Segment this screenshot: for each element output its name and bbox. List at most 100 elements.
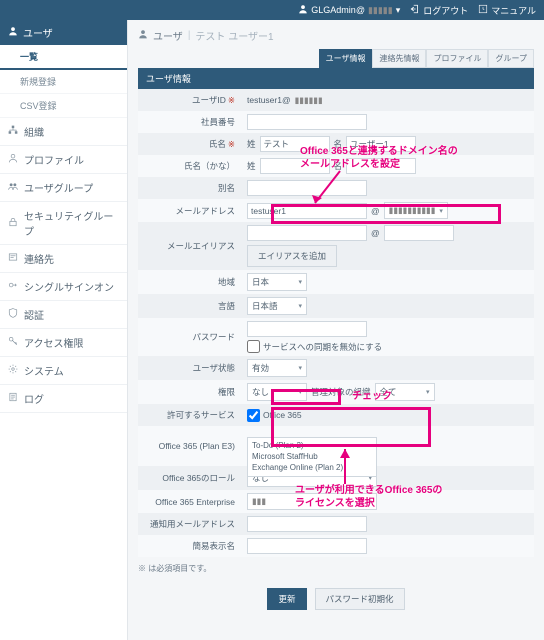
sidebar-item-usergroup[interactable]: ユーザグループ — [0, 174, 127, 202]
perm-org-label: 管理対象の組織 — [311, 386, 371, 398]
mailalias-local-input[interactable] — [247, 225, 367, 241]
tab-userinfo[interactable]: ユーザ情報 — [319, 49, 373, 68]
required-mark: ※ — [228, 95, 235, 105]
userid-label: ユーザID — [192, 95, 226, 105]
sidebar-item-label: ユーザグループ — [24, 180, 93, 195]
user-icon — [138, 29, 148, 42]
breadcrumb: ユーザ | テスト ユーザー1 — [138, 28, 534, 43]
row-disp: 簡易表示名 — [138, 535, 534, 557]
svc-label: 許可するサービス — [138, 409, 243, 421]
mailalias-domain-input[interactable] — [384, 225, 454, 241]
sidebar-item-contact[interactable]: 連絡先 — [0, 245, 127, 273]
sidebar-item-label: 連絡先 — [24, 251, 54, 266]
tab-contactinfo[interactable]: 連絡先情報 — [372, 49, 426, 68]
perm-select[interactable]: なし — [247, 383, 307, 401]
sidebar-head-label: ユーザ — [23, 25, 53, 40]
plan-option[interactable]: To-Do (Plan 2) — [252, 440, 372, 451]
tab-group[interactable]: グループ — [488, 49, 534, 68]
lang-label: 言語 — [138, 300, 243, 312]
row-perm: 権限 なし 管理対象の組織 全て — [138, 380, 534, 404]
notify-label: 通知用メールアドレス — [138, 518, 243, 530]
row-empno: 社員番号 — [138, 111, 534, 133]
row-lang: 言語 日本語 — [138, 294, 534, 318]
row-name: 氏名※ 姓 名 — [138, 133, 534, 155]
admin-menu[interactable]: GLGAdmin@ ▮▮▮▮▮ ▾ — [298, 4, 400, 16]
panel-body: ユーザID※ testuser1@▮▮▮▮▮▮ 社員番号 氏名※ 姓 名 氏名（… — [138, 89, 534, 557]
chevron-down-icon: ▾ — [396, 5, 401, 16]
profile-icon — [8, 153, 18, 166]
sidebar-item-system[interactable]: システム — [0, 357, 127, 385]
sidebar-sub-list[interactable]: 一覧 — [0, 45, 127, 70]
sidebar-item-label: プロファイル — [24, 152, 84, 167]
sei-label: 姓 — [247, 160, 256, 172]
plan-option[interactable]: Exchange Online (Plan 2) — [252, 462, 372, 473]
alias-label: 別名 — [138, 182, 243, 194]
row-password: パスワード サービスへの同期を無効にする — [138, 318, 534, 356]
sidebar-item-sso[interactable]: シングルサインオン — [0, 273, 127, 301]
ent-select[interactable]: ▮▮▮ — [247, 493, 377, 510]
sidebar-head-user: ユーザ — [0, 20, 127, 45]
perm-org-select[interactable]: 全て — [375, 383, 435, 401]
lang-select[interactable]: 日本語 — [247, 297, 307, 315]
notify-input[interactable] — [247, 516, 367, 532]
mei-input[interactable] — [346, 136, 416, 152]
mail-domain-select[interactable]: ▮▮▮▮▮▮▮▮▮▮ — [384, 202, 448, 219]
sei-label: 姓 — [247, 138, 256, 150]
name-label: 氏名 — [209, 139, 226, 149]
svc-office365[interactable]: Office 365 — [247, 409, 302, 422]
kana-sei-input[interactable] — [260, 158, 330, 174]
perm-label: 権限 — [138, 386, 243, 398]
sidebar-item-auth[interactable]: 認証 — [0, 301, 127, 329]
empno-input[interactable] — [247, 114, 367, 130]
pw-input[interactable] — [247, 321, 367, 337]
breadcrumb-section[interactable]: ユーザ — [153, 28, 183, 43]
sidebar: ユーザ 一覧 新規登録 CSV登録 組織 プロファイル ユーザグループ セキュリ… — [0, 20, 128, 640]
auth-icon — [8, 308, 18, 321]
admin-mask: ▮▮▮▮▮ — [368, 5, 393, 16]
sidebar-item-org[interactable]: 組織 — [0, 118, 127, 146]
pw-check-label: サービスへの同期を無効にする — [263, 341, 382, 353]
office365-checkbox[interactable] — [247, 409, 260, 422]
sidebar-item-secgroup[interactable]: セキュリティグループ — [0, 202, 127, 245]
sidebar-item-label: シングルサインオン — [24, 279, 114, 294]
sidebar-item-label: システム — [24, 363, 64, 378]
region-select[interactable]: 日本 — [247, 273, 307, 291]
pw-disable-checkbox[interactable] — [247, 340, 260, 353]
status-select[interactable]: 有効 — [247, 359, 307, 377]
kana-label: 氏名（かな） — [138, 160, 243, 172]
kana-mei-input[interactable] — [346, 158, 416, 174]
row-userid: ユーザID※ testuser1@▮▮▮▮▮▮ — [138, 89, 534, 111]
sidebar-item-perm[interactable]: アクセス権限 — [0, 329, 127, 357]
empno-label: 社員番号 — [138, 116, 243, 128]
alias-input[interactable] — [247, 180, 367, 196]
sei-input[interactable] — [260, 136, 330, 152]
sidebar-sub-csv[interactable]: CSV登録 — [0, 94, 127, 118]
pwreset-button[interactable]: パスワード初期化 — [315, 588, 405, 610]
logout-link[interactable]: ログアウト — [410, 4, 468, 17]
userid-value: testuser1@ — [247, 95, 291, 105]
row-plan: Office 365 (Plan E3) なし To-Do (Plan 2) M… — [138, 426, 534, 466]
mail-local-input[interactable] — [247, 203, 367, 219]
sidebar-item-label: 認証 — [24, 307, 44, 322]
disp-input[interactable] — [247, 538, 367, 554]
pw-disable-sync[interactable]: サービスへの同期を無効にする — [247, 340, 382, 353]
sidebar-sub-new[interactable]: 新規登録 — [0, 70, 127, 94]
add-alias-button[interactable]: エイリアスを追加 — [247, 245, 337, 267]
row-notify: 通知用メールアドレス — [138, 513, 534, 535]
plan-option[interactable]: Microsoft StaffHub — [252, 451, 372, 462]
disp-label: 簡易表示名 — [138, 540, 243, 552]
plan-options-list[interactable]: To-Do (Plan 2) Microsoft StaffHub Exchan… — [247, 437, 377, 477]
role-label: Office 365のロール — [138, 472, 243, 484]
manual-link[interactable]: マニュアル — [478, 4, 536, 17]
update-button[interactable]: 更新 — [267, 588, 306, 610]
required-mark: ※ — [228, 139, 235, 149]
sidebar-item-log[interactable]: ログ — [0, 385, 127, 413]
mail-label: メールアドレス — [138, 205, 243, 217]
sidebar-item-profile[interactable]: プロファイル — [0, 146, 127, 174]
tab-profile[interactable]: プロファイル — [426, 49, 488, 68]
mei-label: 名 — [334, 138, 343, 150]
sidebar-item-label: 組織 — [24, 124, 44, 139]
status-label: ユーザ状態 — [138, 362, 243, 374]
breadcrumb-divider: | — [188, 30, 191, 41]
topbar: GLGAdmin@ ▮▮▮▮▮ ▾ ログアウト マニュアル — [0, 0, 544, 20]
